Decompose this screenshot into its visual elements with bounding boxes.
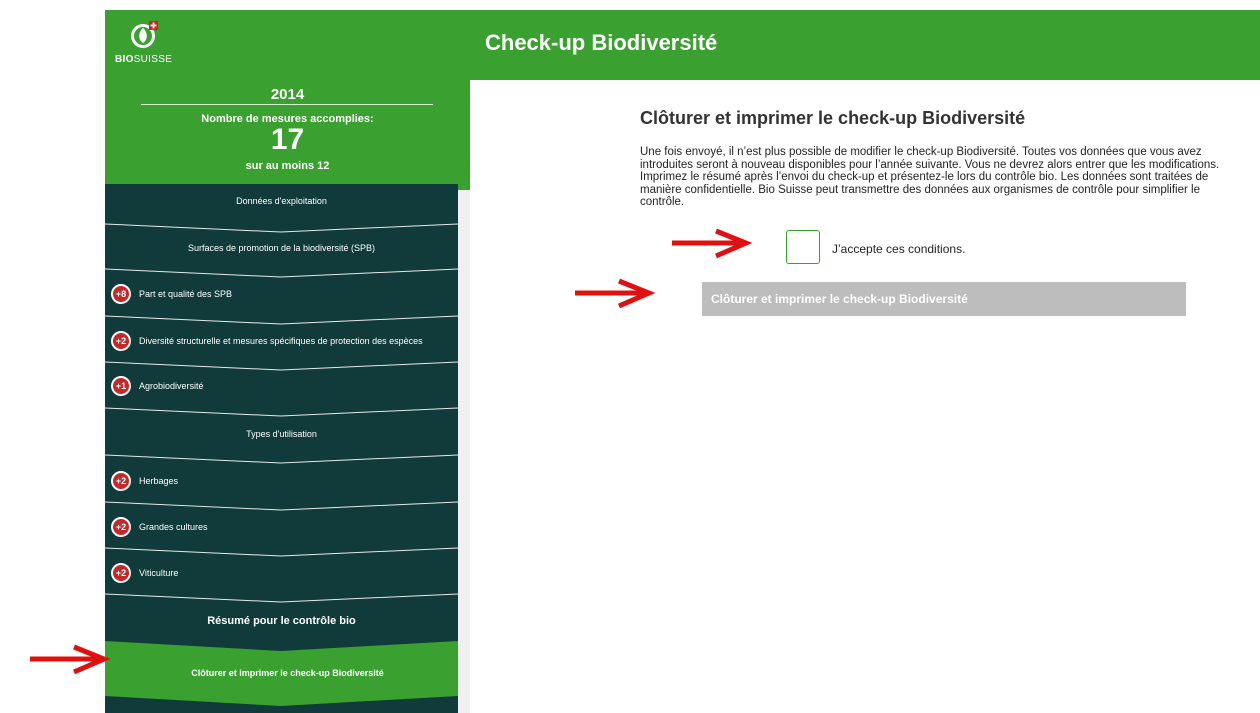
accept-conditions-label[interactable]: J’accepte ces conditions.	[832, 242, 965, 256]
sidebar-divider	[105, 593, 458, 603]
sidebar-item-label: Part et qualité des SPB	[139, 289, 233, 299]
sidebar-item-label: Clôturer et imprimer le check-up Biodive…	[191, 668, 384, 678]
score-badge: +1	[111, 376, 131, 396]
score-badge: +2	[111, 331, 131, 351]
year-divider	[141, 104, 433, 105]
measures-count: 17	[270, 123, 305, 156]
sidebar-divider	[105, 501, 458, 511]
sidebar-divider	[105, 454, 458, 464]
annotation-arrow-icon	[672, 228, 752, 259]
sidebar-item-viticulture[interactable]: +2 Viticulture	[105, 556, 458, 590]
bio-suisse-logo[interactable]: BIOSUISSE	[115, 18, 175, 74]
accept-conditions-checkbox[interactable]	[786, 230, 820, 264]
sidebar-item-resume-controle[interactable]: Résumé pour le contrôle bio	[105, 604, 458, 638]
page-title: Clôturer et imprimer le check-up Biodive…	[640, 108, 1026, 128]
sidebar-item-part-qualite-spb[interactable]: +8 Part et qualité des SPB	[105, 277, 458, 311]
sidebar-item-label: Viticulture	[139, 568, 179, 578]
sidebar-item-label: Grandes cultures	[139, 522, 208, 532]
sidebar-item-label: Diversité structurelle et mesures spécif…	[139, 336, 423, 346]
annotation-arrow-icon	[575, 278, 655, 309]
sidebar-item-label: Agrobiodiversité	[139, 381, 204, 391]
sidebar-divider	[105, 223, 458, 233]
sidebar-divider	[105, 268, 458, 278]
terms-description: Une fois envoyé, il n’est plus possible …	[640, 146, 1220, 209]
sidebar-item-label: Surfaces de promotion de la biodiversité…	[187, 243, 376, 253]
sidebar-divider	[105, 547, 458, 557]
sidebar-item-types-utilisation[interactable]: Types d'utilisation	[105, 417, 458, 451]
app-title: Check-up Biodiversité	[485, 30, 718, 55]
sidebar-item-cloturer-imprimer[interactable]: Clôturer et imprimer le check-up Biodive…	[105, 641, 470, 706]
score-badge: +8	[111, 284, 131, 304]
sidebar-divider	[105, 407, 458, 417]
measures-minimum: sur au moins 12	[245, 160, 330, 172]
score-badge: +2	[111, 517, 131, 537]
sidebar-item-label: Résumé pour le contrôle bio	[207, 615, 356, 627]
sidebar-divider	[105, 315, 458, 325]
sidebar-nav: Données d'exploitation Surfaces de promo…	[105, 184, 458, 713]
sidebar-item-surfaces-spb[interactable]: Surfaces de promotion de la biodiversité…	[105, 232, 458, 264]
year-label: 2014	[270, 86, 305, 103]
score-badge: +2	[111, 471, 131, 491]
annotation-arrow-icon	[30, 644, 110, 675]
sidebar-item-label: Données d'exploitation	[236, 196, 327, 206]
sidebar: 2014 Nombre de mesures accomplies: 17 su…	[105, 80, 470, 713]
score-badge: +2	[111, 563, 131, 583]
sidebar-item-diversite-structurelle[interactable]: +2 Diversité structurelle et mesures spé…	[105, 324, 458, 358]
close-and-print-button[interactable]: Clôturer et imprimer le check-up Biodive…	[702, 282, 1186, 316]
sidebar-item-herbages[interactable]: +2 Herbages	[105, 464, 458, 498]
bud-logo-icon	[131, 21, 158, 48]
sidebar-item-donnees-exploitation[interactable]: Données d'exploitation	[105, 184, 458, 218]
sidebar-divider	[105, 361, 458, 371]
main-content: Clôturer et imprimer le check-up Biodive…	[470, 80, 1260, 713]
sidebar-item-agrobiodiversite[interactable]: +1 Agrobiodiversité	[105, 369, 458, 403]
top-bar: BIOSUISSE Check-up Biodiversité	[105, 10, 1260, 80]
logo-wordmark: BIOSUISSE	[115, 54, 173, 65]
progress-summary: 2014 Nombre de mesures accomplies: 17 su…	[105, 80, 470, 190]
app-window: BIOSUISSE Check-up Biodiversité 2014 Nom…	[105, 10, 1260, 713]
sidebar-item-label: Herbages	[139, 476, 179, 486]
sidebar-item-grandes-cultures[interactable]: +2 Grandes cultures	[105, 510, 458, 544]
sidebar-item-label: Types d'utilisation	[246, 429, 317, 439]
